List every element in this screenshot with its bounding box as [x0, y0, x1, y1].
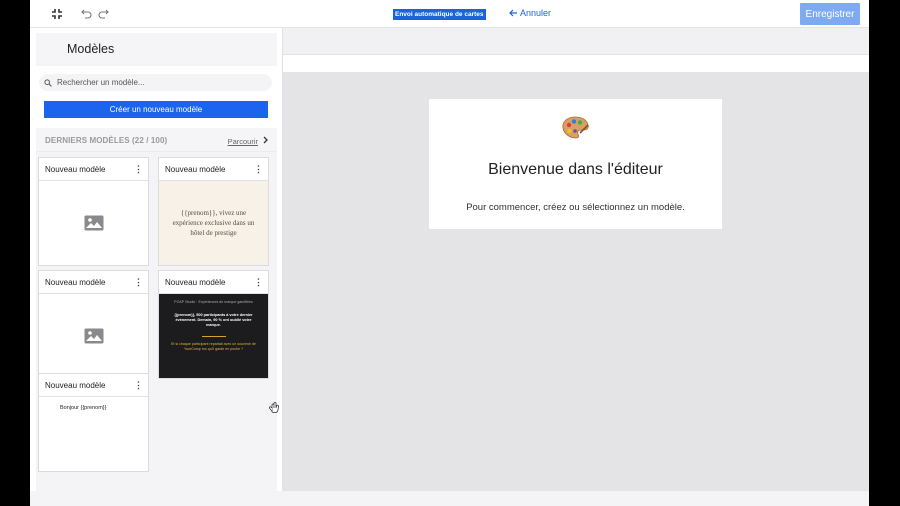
template-name: Nouveau modèle [45, 380, 106, 390]
template-card[interactable]: Nouveau modèle ⋮ Bonjour {{prenom}} [38, 373, 149, 472]
undo-icon[interactable] [77, 5, 95, 23]
template-preview: {{prenom}}, vivez une expérience exclusi… [159, 181, 268, 265]
more-vertical-icon[interactable]: ⋮ [134, 277, 143, 287]
save-button[interactable]: Enregistrer [800, 3, 860, 25]
template-card-header: Nouveau modèle ⋮ [159, 271, 268, 294]
chevron-right-icon [263, 136, 269, 147]
template-name: Nouveau modèle [165, 164, 226, 174]
redo-icon[interactable] [94, 5, 112, 23]
template-preview: POAP Studio · Expériences de marque gami… [159, 294, 268, 378]
browse-label: Parcourir [227, 137, 258, 146]
template-name: Nouveau modèle [45, 277, 106, 287]
create-template-button[interactable]: Créer un nouveau modèle [44, 101, 268, 118]
template-card-header: Nouveau modèle ⋮ [39, 374, 148, 397]
template-card[interactable]: Nouveau modèle ⋮ {{prenom}}, vivez une e… [158, 157, 269, 266]
editor-canvas[interactable]: Bienvenue dans l'éditeur Pour commencer,… [283, 72, 869, 491]
template-card-header: Nouveau modèle ⋮ [39, 158, 148, 181]
preview-header-text: POAP Studio · Expériences de marque gami… [174, 300, 253, 304]
template-card-header: Nouveau modèle ⋮ [159, 158, 268, 181]
canvas-ruler-strip [283, 55, 869, 72]
image-placeholder-icon [84, 215, 103, 231]
preview-headline-text: {{prenom}}, 500 participants à votre der… [174, 313, 253, 328]
mode-badge: Envoi automatique de cartes [393, 9, 486, 20]
preview-text: {{prenom}}, vivez une expérience exclusi… [172, 208, 255, 238]
bottom-strip [30, 491, 869, 506]
arrow-left-icon [509, 9, 517, 17]
browse-link[interactable]: Parcourir [228, 136, 269, 147]
template-card[interactable]: Nouveau modèle ⋮ [38, 270, 149, 379]
panel-title: Modèles [67, 42, 115, 56]
template-card-header: Nouveau modèle ⋮ [39, 271, 148, 294]
preview-divider [201, 336, 226, 338]
cancel-button[interactable]: Annuler [509, 8, 551, 18]
template-preview [39, 294, 148, 378]
templates-panel: Modèles Créer un nouveau modèle DERNIERS… [30, 28, 283, 491]
preview-body-text: Et si chaque participant repartait avec … [171, 342, 256, 352]
welcome-title: Bienvenue dans l'éditeur [488, 161, 663, 178]
image-placeholder-icon [84, 328, 103, 344]
template-preview [39, 181, 148, 265]
panel-header: Modèles [36, 33, 277, 66]
artist-palette-icon [560, 115, 590, 146]
more-vertical-icon[interactable]: ⋮ [134, 380, 143, 390]
recent-templates-title: DERNIERS MODÈLES (22 / 100) [45, 136, 168, 145]
template-name: Nouveau modèle [45, 164, 106, 174]
canvas-toolbar-strip [283, 28, 869, 55]
cancel-label: Annuler [520, 8, 552, 18]
welcome-card: Bienvenue dans l'éditeur Pour commencer,… [429, 99, 722, 229]
template-card[interactable]: Nouveau modèle ⋮ [38, 157, 149, 266]
collapse-arrows-icon[interactable] [48, 5, 66, 23]
search-box[interactable] [39, 74, 272, 91]
editor-app: Envoi automatique de cartes Annuler Enre… [30, 0, 869, 506]
top-toolbar: Envoi automatique de cartes Annuler Enre… [30, 0, 869, 28]
template-preview: Bonjour {{prenom}} [39, 397, 148, 471]
more-vertical-icon[interactable]: ⋮ [254, 164, 263, 174]
template-name: Nouveau modèle [165, 277, 226, 287]
template-card[interactable]: Nouveau modèle ⋮ POAP Studio · Expérienc… [158, 270, 269, 379]
welcome-text: Pour commencer, créez ou sélectionnez un… [466, 202, 685, 213]
more-vertical-icon[interactable]: ⋮ [134, 164, 143, 174]
hand-cursor-icon [268, 400, 279, 418]
preview-text: Bonjour {{prenom}} [60, 405, 107, 411]
templates-grid: Nouveau modèle ⋮ Nouveau modèle ⋮ {{pren… [36, 152, 277, 491]
search-icon [39, 78, 57, 87]
more-vertical-icon[interactable]: ⋮ [254, 277, 263, 287]
recent-templates-header: DERNIERS MODÈLES (22 / 100) Parcourir [36, 128, 277, 152]
search-input[interactable] [57, 78, 267, 87]
